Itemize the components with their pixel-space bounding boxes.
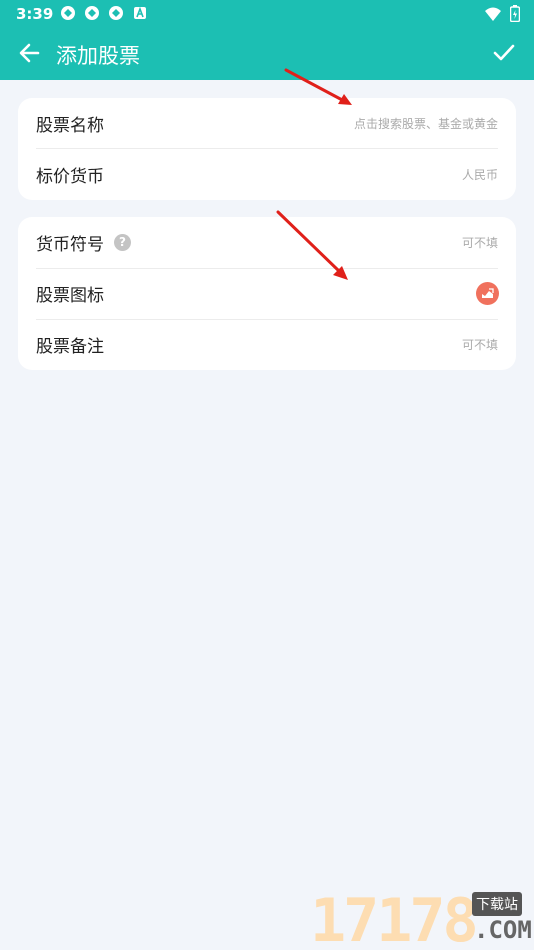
a-icon — [134, 6, 146, 19]
stock-extra-card: 货币符号 ? 可不填 股票图标 股票备注 可不填 — [18, 217, 516, 370]
currency-row[interactable]: 标价货币 人民币 — [18, 149, 516, 200]
stock-chart-icon[interactable] — [476, 282, 499, 305]
app-header: 3:39 添加股票 — [0, 0, 534, 80]
stock-note-row[interactable]: 股票备注 可不填 — [18, 319, 516, 370]
arrow-left-icon — [19, 43, 40, 63]
currency-value: 人民币 — [461, 168, 498, 182]
stock-icon-row[interactable]: 股票图标 — [18, 268, 516, 319]
stock-note-label: 股票备注 — [36, 337, 104, 357]
stock-icon-label: 股票图标 — [36, 286, 104, 306]
status-notification-icons — [60, 5, 148, 21]
currency-symbol-placeholder: 可不填 — [461, 236, 498, 250]
stock-name-label: 股票名称 — [36, 116, 104, 136]
stock-name-row[interactable]: 股票名称 点击搜索股票、基金或黄金 — [18, 98, 516, 149]
currency-symbol-label: 货币符号 — [36, 235, 104, 255]
page-title: 添加股票 — [56, 44, 140, 68]
status-time: 3:39 — [16, 5, 54, 23]
watermark-domain: .COM — [474, 916, 532, 944]
back-button[interactable] — [14, 39, 46, 67]
watermark-number: 17178 — [310, 886, 479, 950]
help-icon[interactable]: ? — [114, 234, 131, 251]
currency-label: 标价货币 — [36, 167, 104, 187]
stock-note-placeholder: 可不填 — [461, 338, 498, 352]
stock-name-placeholder: 点击搜索股票、基金或黄金 — [353, 117, 498, 131]
status-right-icons — [484, 5, 520, 22]
status-bar: 3:39 — [0, 0, 534, 28]
currency-symbol-row[interactable]: 货币符号 ? 可不填 — [18, 217, 516, 268]
wifi-icon — [485, 7, 501, 21]
watermark-text: 下载站 — [472, 892, 522, 916]
sync-icon — [61, 6, 75, 20]
stock-basic-card: 股票名称 点击搜索股票、基金或黄金 标价货币 人民币 — [18, 98, 516, 200]
sync-icon — [109, 6, 123, 20]
check-icon — [493, 44, 515, 61]
sync-icon — [85, 6, 99, 20]
confirm-button[interactable] — [488, 39, 520, 67]
battery-icon — [510, 5, 520, 22]
